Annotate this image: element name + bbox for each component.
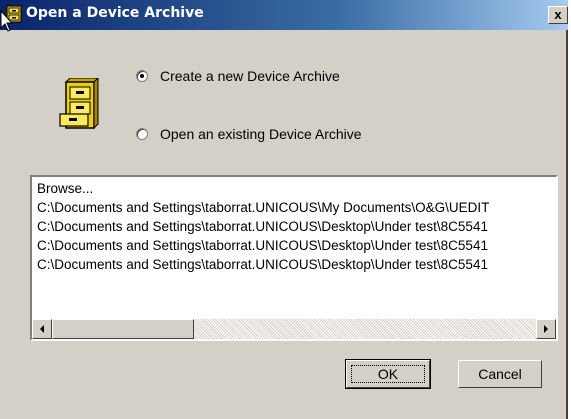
horizontal-scrollbar[interactable]	[32, 319, 556, 339]
cancel-button-label: Cancel	[478, 366, 522, 382]
open-device-archive-dialog: Open a Device Archive x Create a new Dev…	[0, 0, 568, 419]
list-item[interactable]: C:\Documents and Settings\taborrat.UNICO…	[34, 198, 556, 217]
list-item-browse[interactable]: Browse...	[34, 179, 556, 198]
archive-list[interactable]: Browse... C:\Documents and Settings\tabo…	[30, 175, 558, 341]
create-archive-option[interactable]: Create a new Device Archive	[136, 68, 340, 84]
open-archive-label: Open an existing Device Archive	[160, 126, 362, 142]
list-item[interactable]: C:\Documents and Settings\taborrat.UNICO…	[34, 255, 556, 274]
create-archive-label: Create a new Device Archive	[160, 68, 340, 84]
create-archive-radio[interactable]	[136, 70, 148, 82]
window-title: Open a Device Archive	[26, 5, 204, 21]
arrow-right-icon	[544, 325, 548, 333]
title-bar[interactable]: Open a Device Archive x	[0, 0, 568, 30]
open-archive-radio[interactable]	[136, 128, 148, 140]
list-item[interactable]: C:\Documents and Settings\taborrat.UNICO…	[34, 217, 556, 236]
scroll-right-button[interactable]	[536, 319, 556, 339]
cancel-button[interactable]: Cancel	[458, 360, 542, 388]
list-item[interactable]: C:\Documents and Settings\taborrat.UNICO…	[34, 236, 556, 255]
open-archive-option[interactable]: Open an existing Device Archive	[136, 126, 362, 142]
scrollbar-thumb[interactable]	[52, 319, 194, 339]
close-button[interactable]: x	[548, 6, 568, 24]
mouse-cursor-icon	[0, 10, 14, 32]
scroll-left-button[interactable]	[32, 319, 52, 339]
ok-button[interactable]: OK	[345, 359, 431, 389]
file-cabinet-icon	[59, 78, 99, 130]
arrow-left-icon	[40, 325, 44, 333]
focus-rectangle	[351, 365, 425, 383]
